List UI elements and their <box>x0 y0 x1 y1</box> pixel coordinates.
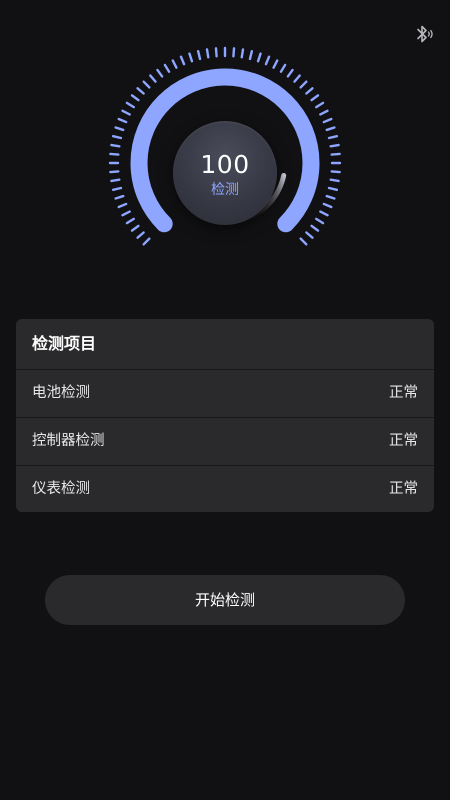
gauge-tick <box>330 170 341 174</box>
gauge-tick <box>142 80 151 89</box>
gauge-tick <box>299 237 308 246</box>
gauge-tick <box>125 217 135 225</box>
gauge-tick <box>114 194 125 200</box>
inspection-item-status: 正常 <box>389 385 418 401</box>
gauge-tick <box>305 231 314 239</box>
inspection-item-label: 电池检测 <box>32 385 90 401</box>
gauge-tick <box>327 134 339 140</box>
gauge-tick <box>329 143 340 148</box>
inspection-item-status: 正常 <box>389 481 418 497</box>
inspection-panel: 检测项目 电池检测 正常 控制器检测 正常 仪表检测 正常 <box>16 319 434 512</box>
gauge-tick <box>179 55 186 66</box>
gauge-tick <box>327 186 339 192</box>
gauge-tick <box>109 170 120 174</box>
gauge-tick <box>214 47 218 58</box>
gauge-tick <box>117 202 128 209</box>
gauge-tick <box>110 143 121 148</box>
gauge-tick <box>163 63 171 73</box>
inspection-item-status: 正常 <box>389 433 418 449</box>
gauge-tick <box>310 94 320 102</box>
gauge-tick <box>264 55 271 66</box>
gauge-tick <box>305 87 314 95</box>
gauge-tick <box>205 48 210 59</box>
inspection-item-controller[interactable]: 控制器检测 正常 <box>16 418 434 466</box>
gauge-tick <box>299 80 308 89</box>
gauge-tick <box>136 231 145 239</box>
gauge-tick <box>232 47 236 58</box>
gauge-tick <box>117 117 128 124</box>
gauge-tick <box>196 49 202 61</box>
gauge-tick <box>136 87 145 95</box>
gauge-tick <box>330 152 341 156</box>
gauge-score-value: 100 <box>200 150 250 179</box>
gauge-tick <box>156 68 164 78</box>
gauge-tick <box>240 48 245 59</box>
gauge-tick <box>315 101 325 109</box>
gauge-tick <box>111 186 123 192</box>
inspection-item-battery[interactable]: 电池检测 正常 <box>16 370 434 418</box>
gauge-tick <box>329 178 340 183</box>
gauge-tick <box>142 237 151 246</box>
gauge-tick <box>322 202 333 209</box>
inspection-item-label: 控制器检测 <box>32 433 105 449</box>
gauge-score-label: 检测 <box>211 182 239 198</box>
gauge-tick <box>279 63 287 73</box>
gauge-tick <box>248 49 254 61</box>
gauge-tick <box>171 59 178 69</box>
gauge-tick <box>121 109 131 116</box>
gauge-tick <box>188 52 194 63</box>
gauge-tick <box>319 109 329 116</box>
gauge-tick <box>114 126 125 132</box>
panel-title: 检测项目 <box>16 319 434 370</box>
gauge-tick <box>130 94 140 102</box>
gauge-tick <box>315 217 325 225</box>
inspection-item-meter[interactable]: 仪表检测 正常 <box>16 466 434 512</box>
gauge-tick <box>310 224 320 232</box>
gauge-tick <box>272 59 279 69</box>
gauge-tick <box>325 194 336 200</box>
gauge-tick <box>121 210 131 217</box>
gauge-tick <box>149 74 157 83</box>
gauge-tick <box>325 126 336 132</box>
inspection-item-label: 仪表检测 <box>32 481 90 497</box>
gauge-tick <box>125 101 135 109</box>
gauge-tick <box>319 210 329 217</box>
gauge-tick <box>111 134 123 140</box>
gauge-tick <box>286 68 294 78</box>
gauge-tick <box>110 178 121 183</box>
start-inspection-button[interactable]: 开始检测 <box>45 575 405 625</box>
gauge-tick <box>293 74 301 83</box>
gauge-tick <box>109 152 120 156</box>
gauge-tick <box>322 117 333 124</box>
gauge-tick <box>130 224 140 232</box>
gauge-tick <box>256 52 262 63</box>
